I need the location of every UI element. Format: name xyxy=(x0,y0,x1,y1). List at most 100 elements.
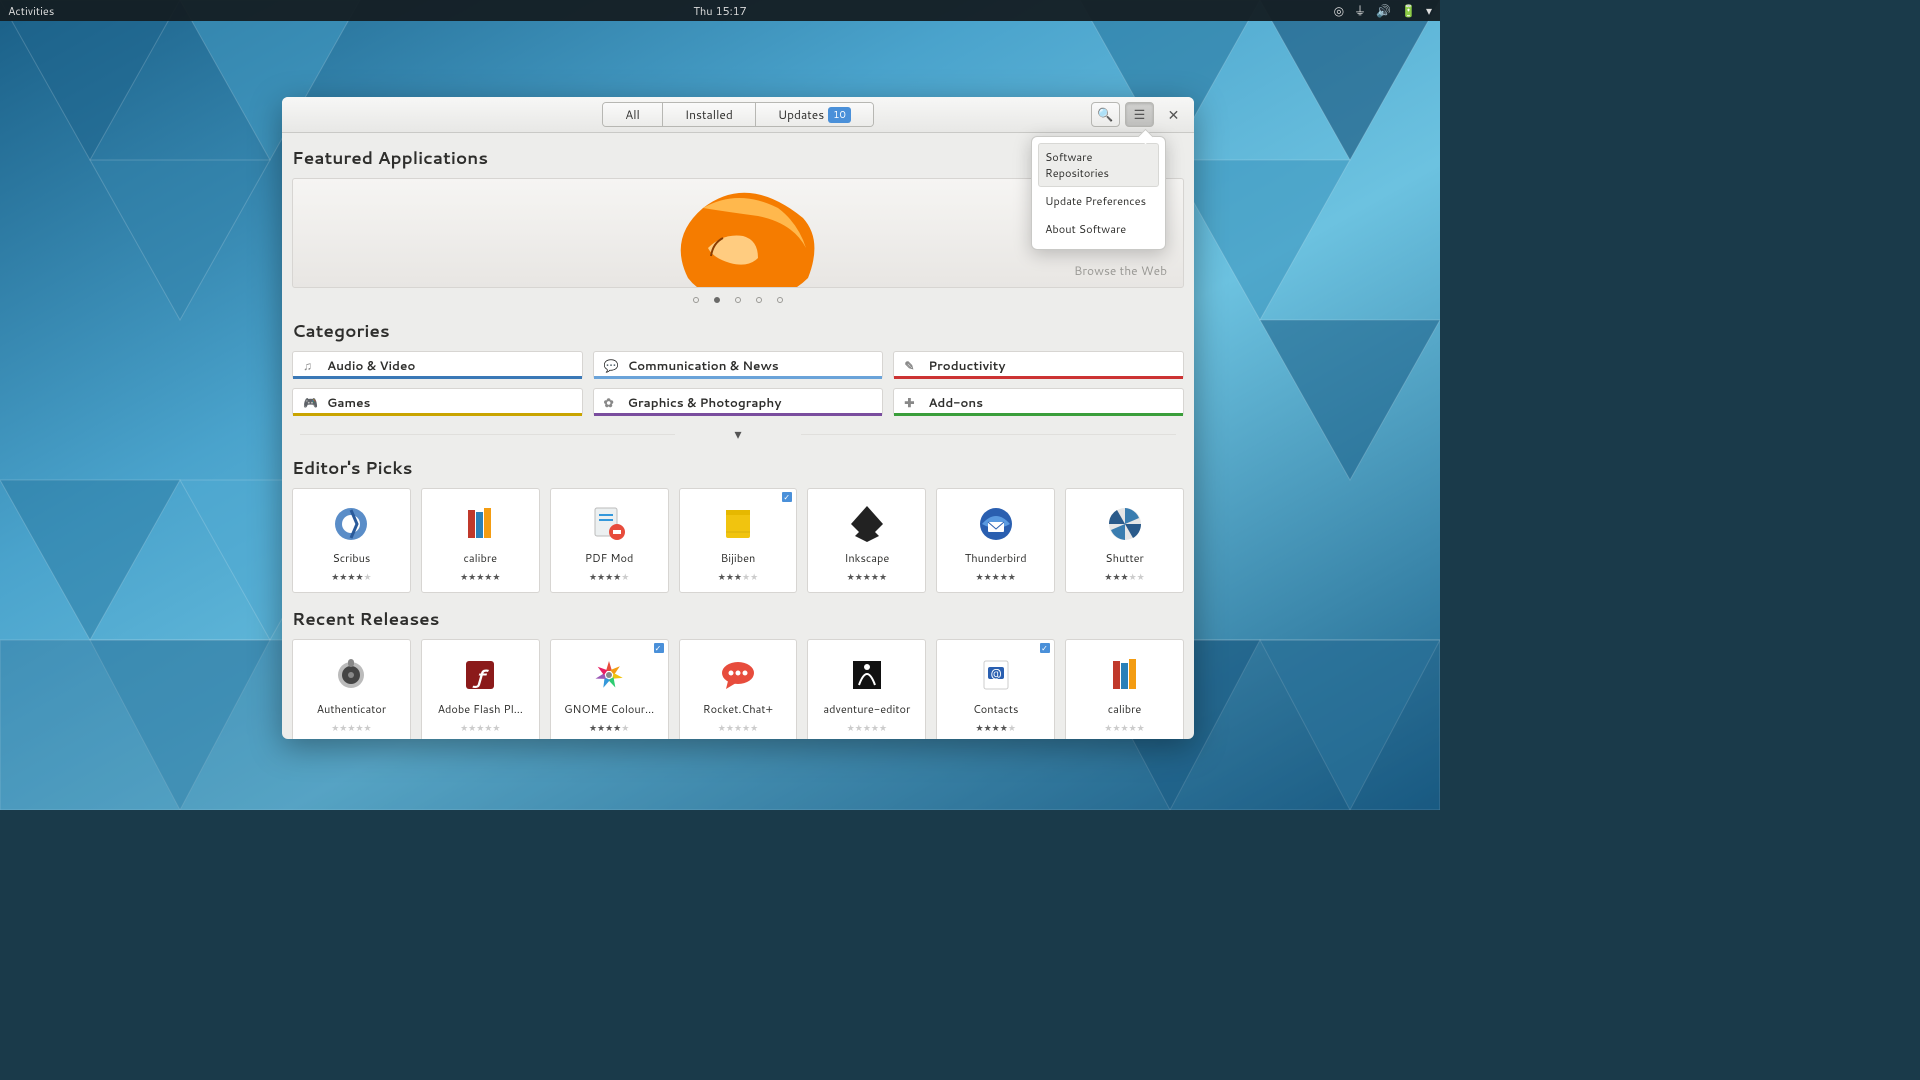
app-authenticator[interactable]: Authenticator★★★★★ xyxy=(292,639,411,739)
gnome-software-window: All Installed Updates 10 🔍 ☰ ✕ Software … xyxy=(282,97,1194,739)
close-button[interactable]: ✕ xyxy=(1159,102,1188,127)
app-rating: ★★★★★ xyxy=(718,570,758,583)
category-label: Add-ons xyxy=(928,394,983,411)
app-name: Scribus xyxy=(328,550,374,566)
gnome-top-bar: Activities Thu 15:17 ◎ ⏚ 🔊 🔋 ▾ xyxy=(0,0,1440,21)
app-name: Shutter xyxy=(1101,550,1148,566)
app-icon xyxy=(587,653,631,697)
app-icon xyxy=(845,502,889,546)
tab-updates[interactable]: Updates 10 xyxy=(756,103,873,126)
featured-pager[interactable] xyxy=(292,297,1184,303)
app-menu-popover: Software Repositories Update Preferences… xyxy=(1031,136,1166,250)
view-switcher: All Installed Updates 10 xyxy=(602,102,874,127)
tab-all[interactable]: All xyxy=(603,103,663,126)
headerbar: All Installed Updates 10 🔍 ☰ ✕ xyxy=(282,97,1194,133)
app-icon: f xyxy=(458,653,502,697)
battery-icon[interactable]: 🔋 xyxy=(1401,2,1416,19)
category-audio-video[interactable]: ♫ Audio & Video xyxy=(292,351,583,379)
wifi-icon[interactable]: ⏚ xyxy=(1354,2,1366,19)
app-icon xyxy=(329,502,373,546)
category-icon: ✚ xyxy=(904,394,918,411)
app-inkscape[interactable]: Inkscape ★★★★★ xyxy=(807,488,926,593)
app-icon xyxy=(587,502,631,546)
app-adobe-flash-pl-[interactable]: fAdobe Flash Pl…★★★★★ xyxy=(421,639,540,739)
menu-item-update-preferences[interactable]: Update Preferences xyxy=(1038,187,1159,215)
app-rating: ★★★★★ xyxy=(1104,570,1144,583)
app-rating: ★★★★★ xyxy=(589,721,629,734)
accessibility-icon[interactable]: ◎ xyxy=(1334,2,1344,19)
expand-categories[interactable]: ▾ xyxy=(292,424,1184,444)
updates-badge: 10 xyxy=(828,107,851,123)
category-label: Productivity xyxy=(928,357,1005,374)
app-icon xyxy=(1103,653,1147,697)
app-name: Rocket.Chat+ xyxy=(699,701,777,717)
close-icon: ✕ xyxy=(1168,105,1180,125)
category-graphics-photography[interactable]: ✿Graphics & Photography xyxy=(593,388,884,416)
category-icon: 🎮 xyxy=(303,394,317,411)
clock[interactable]: Thu 15:17 xyxy=(693,3,746,19)
volume-icon[interactable]: 🔊 xyxy=(1376,2,1391,19)
chevron-down-icon[interactable]: ▾ xyxy=(1426,2,1432,19)
app-shutter[interactable]: Shutter ★★★★★ xyxy=(1065,488,1184,593)
installed-check-icon xyxy=(1040,643,1050,653)
app-icon xyxy=(329,653,373,697)
app-rating: ★★★★★ xyxy=(1104,721,1144,734)
app-rating: ★★★★★ xyxy=(718,721,758,734)
app-thunderbird[interactable]: Thunderbird★★★★★ xyxy=(936,488,1055,593)
app-name: Contacts xyxy=(969,701,1023,717)
categories-title: Categories xyxy=(292,319,1184,343)
app-adventure-editor[interactable]: adventure-editor ★★★★★ xyxy=(807,639,926,739)
app-bijiben[interactable]: Bijiben ★★★★★ xyxy=(679,488,798,593)
app-rating: ★★★★★ xyxy=(460,570,500,583)
search-icon: 🔍 xyxy=(1097,106,1113,124)
app-calibre[interactable]: calibre ★★★★★ xyxy=(421,488,540,593)
menu-item-repositories[interactable]: Software Repositories xyxy=(1038,143,1159,187)
category-icon: ♫ xyxy=(303,357,317,374)
app-name: calibre xyxy=(1104,701,1146,717)
category-label: Games xyxy=(327,394,370,411)
tab-installed[interactable]: Installed xyxy=(663,103,756,126)
app-name: Bijiben xyxy=(717,550,760,566)
app-rating: ★★★★★ xyxy=(976,570,1016,583)
category-icon: ✎ xyxy=(904,357,918,374)
hamburger-icon: ☰ xyxy=(1134,106,1146,124)
app-rating: ★★★★★ xyxy=(976,721,1016,734)
app-icon xyxy=(716,653,760,697)
menu-item-about[interactable]: About Software xyxy=(1038,215,1159,243)
app-rating: ★★★★★ xyxy=(331,570,371,583)
app-icon xyxy=(1103,502,1147,546)
app-calibre[interactable]: calibre ★★★★★ xyxy=(1065,639,1184,739)
category-communication-news[interactable]: 💬 Communication & News xyxy=(593,351,884,379)
app-name: Authenticator xyxy=(313,701,391,717)
app-contacts[interactable]: @ Contacts ★★★★★ xyxy=(936,639,1055,739)
app-icon: @ xyxy=(974,653,1018,697)
category-label: Graphics & Photography xyxy=(628,394,782,411)
category-add-ons[interactable]: ✚ Add-ons xyxy=(893,388,1184,416)
app-name: adventure-editor xyxy=(819,701,914,717)
app-rocket-chat-[interactable]: Rocket.Chat+ ★★★★★ xyxy=(679,639,798,739)
app-icon xyxy=(974,502,1018,546)
app-name: PDF Mod xyxy=(581,550,638,566)
installed-check-icon xyxy=(782,492,792,502)
app-pdf-mod[interactable]: PDF Mod★★★★★ xyxy=(550,488,669,593)
app-name: GNOME Colour… xyxy=(560,701,658,717)
featured-caption: Browse the Web xyxy=(1074,262,1167,279)
app-icon xyxy=(845,653,889,697)
search-button[interactable]: 🔍 xyxy=(1091,102,1120,127)
app-rating: ★★★★★ xyxy=(847,570,887,583)
menu-button[interactable]: ☰ xyxy=(1125,102,1154,127)
category-label: Communication & News xyxy=(628,357,779,374)
activities-button[interactable]: Activities xyxy=(8,3,54,19)
app-name: calibre xyxy=(460,550,502,566)
app-rating: ★★★★★ xyxy=(847,721,887,734)
category-games[interactable]: 🎮 Games xyxy=(292,388,583,416)
category-label: Audio & Video xyxy=(327,357,415,374)
app-gnome-colour-[interactable]: GNOME Colour… ★★★★★ xyxy=(550,639,669,739)
category-icon: 💬 xyxy=(604,357,618,374)
app-scribus[interactable]: Scribus ★★★★★ xyxy=(292,488,411,593)
picks-title: Editor's Picks xyxy=(292,456,1184,480)
app-icon xyxy=(458,502,502,546)
installed-check-icon xyxy=(654,643,664,653)
category-productivity[interactable]: ✎ Productivity xyxy=(893,351,1184,379)
app-name: Inkscape xyxy=(840,550,893,566)
